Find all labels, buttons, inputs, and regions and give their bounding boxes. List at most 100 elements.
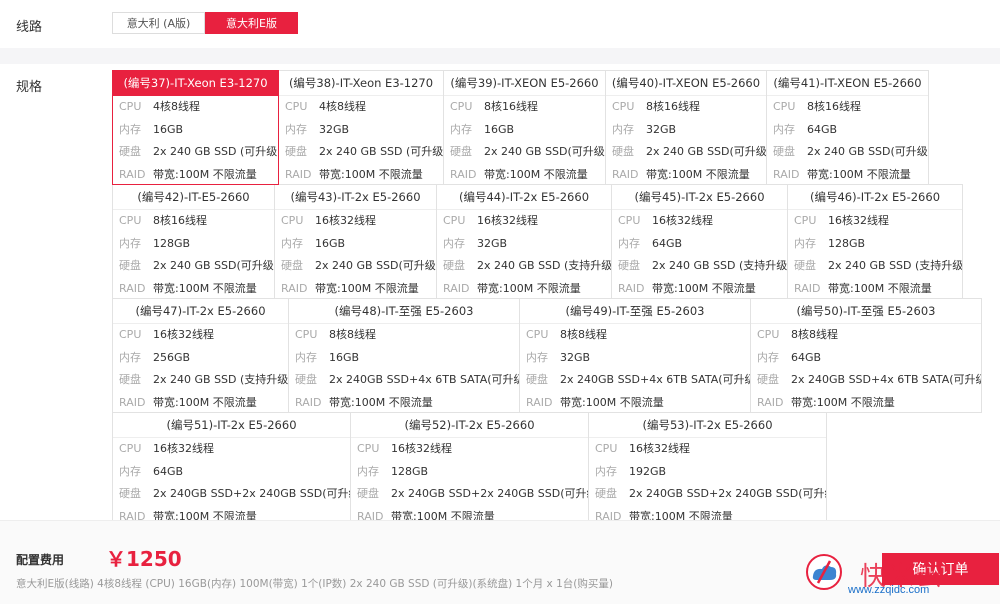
spec-key: 内存: [357, 464, 379, 478]
spec-row-mem: 内存 128GB: [788, 233, 962, 256]
spec-key: CPU: [526, 328, 549, 341]
spec-card[interactable]: (编号40)-IT-XEON E5-2660 CPU 8核16线程 内存 32GB 硬盘 2…: [605, 70, 767, 185]
spec-value: 带宽:100M 不限流量: [560, 396, 664, 410]
spec-key: RAID: [285, 168, 312, 182]
spec-key: 内存: [595, 464, 617, 478]
spec-card[interactable]: (编号41)-IT-XEON E5-2660 CPU 8核16线程 内存 64GB 硬盘 2…: [766, 70, 929, 185]
spec-value: 2x 240 GB SSD(可升级): [646, 145, 766, 159]
spec-value: 带宽:100M 不限流量: [652, 282, 756, 296]
spec-row-disk: 硬盘 2x 240GB SSD+2x 240GB SSD(可升级): [351, 483, 588, 506]
spec-row-cpu: CPU 8核16线程: [444, 96, 605, 119]
spec-card[interactable]: (编号37)-IT-Xeon E3-1270 CPU 4核8线程 内存 16GB 硬盘 2x…: [112, 70, 279, 185]
spec-card[interactable]: (编号39)-IT-XEON E5-2660 CPU 8核16线程 内存 16GB 硬盘 2…: [443, 70, 606, 185]
spec-key: RAID: [757, 396, 784, 410]
spec-value: 带宽:100M 不限流量: [329, 396, 433, 410]
spec-key: 内存: [285, 122, 307, 136]
spec-value: 8核16线程: [646, 100, 700, 113]
spec-value: 带宽:100M 不限流量: [319, 168, 423, 182]
spec-card[interactable]: (编号47)-IT-2x E5-2660 CPU 16核32线程 内存 256GB 硬盘 2…: [112, 298, 289, 413]
spec-row-mem: 内存 16GB: [275, 233, 436, 256]
spec-row-raid: RAID 带宽:100M 不限流量: [444, 164, 605, 184]
spec-key: 硬盘: [618, 259, 640, 273]
spec-row-disk: 硬盘 2x 240GB SSD+4x 6TB SATA(可升级): [520, 369, 750, 392]
spec-key: 内存: [281, 236, 303, 250]
spec-row-disk: 硬盘 2x 240GB SSD+2x 240GB SSD(可升级): [589, 483, 826, 506]
spec-key: 硬盘: [757, 373, 779, 387]
spec-card[interactable]: (编号53)-IT-2x E5-2660 CPU 16核32线程 内存 192GB 硬盘 2…: [588, 412, 827, 527]
spec-card[interactable]: (编号49)-IT-至强 E5-2603 CPU 8核8线程 内存 32GB 硬盘 2x 2…: [519, 298, 751, 413]
spec-key: RAID: [281, 282, 308, 296]
spec-value: 8核16线程: [153, 214, 207, 227]
spec-value: 4核8线程: [319, 100, 366, 113]
spec-row-mem: 内存 32GB: [606, 119, 766, 142]
spec-value: 2x 240GB SSD+2x 240GB SSD(可升级): [391, 487, 588, 501]
spec-row-raid: RAID 带宽:100M 不限流量: [788, 278, 962, 298]
spec-value: 16核32线程: [153, 328, 214, 341]
spec-key: 内存: [612, 122, 634, 136]
spec-row-disk: 硬盘 2x 240 GB SSD(可升级): [275, 255, 436, 278]
spec-value: 2x 240 GB SSD (可升级): [319, 145, 443, 159]
spec-card[interactable]: (编号43)-IT-2x E5-2660 CPU 16核32线程 内存 16GB 硬盘 2x…: [274, 184, 437, 299]
spec-card-title: (编号44)-IT-2x E5-2660: [437, 185, 611, 210]
line-tab-italy-a[interactable]: 意大利 (A版): [112, 12, 205, 34]
spec-card[interactable]: (编号46)-IT-2x E5-2660 CPU 16核32线程 内存 128GB 硬盘 2…: [787, 184, 963, 299]
spec-key: 内存: [526, 350, 548, 364]
spec-row-raid: RAID 带宽:100M 不限流量: [437, 278, 611, 298]
spec-row-mem: 内存 32GB: [520, 347, 750, 370]
spec-key: RAID: [443, 282, 470, 296]
spec-row-disk: 硬盘 2x 240 GB SSD (支持升级): [612, 255, 787, 278]
spec-value: 16GB: [484, 122, 515, 136]
spec-key: 内存: [119, 122, 141, 136]
spec-row-mem: 内存 64GB: [113, 461, 350, 484]
spec-value: 2x 240 GB SSD(可升级): [153, 259, 274, 273]
spec-key: 内存: [773, 122, 795, 136]
line-tab-italy-e[interactable]: 意大利E版: [205, 12, 298, 34]
spec-value: 带宽:100M 不限流量: [791, 396, 895, 410]
spec-card-grid: (编号37)-IT-Xeon E3-1270 CPU 4核8线程 内存 16GB 硬盘 2x…: [112, 70, 992, 527]
spec-value: 带宽:100M 不限流量: [646, 168, 750, 182]
spec-row-disk: 硬盘 2x 240 GB SSD (支持升级): [437, 255, 611, 278]
spec-row-raid: RAID 带宽:100M 不限流量: [289, 392, 519, 412]
spec-row-disk: 硬盘 2x 240 GB SSD (支持升级): [788, 255, 962, 278]
spec-row-cpu: CPU 16核32线程: [788, 210, 962, 233]
spec-value: 64GB: [153, 464, 184, 478]
spec-card[interactable]: (编号52)-IT-2x E5-2660 CPU 16核32线程 内存 128GB 硬盘 2…: [350, 412, 589, 527]
spec-row-raid: RAID 带宽:100M 不限流量: [113, 278, 274, 298]
spec-value: 2x 240GB SSD+4x 6TB SATA(可升级): [791, 373, 981, 387]
spec-key: CPU: [119, 442, 142, 455]
spec-card[interactable]: (编号42)-IT-E5-2660 CPU 8核16线程 内存 128GB 硬盘 2x 24…: [112, 184, 275, 299]
spec-row-mem: 内存 128GB: [113, 233, 274, 256]
spec-card-title: (编号46)-IT-2x E5-2660: [788, 185, 962, 210]
spec-key: CPU: [285, 100, 308, 113]
spec-key: 内存: [119, 350, 141, 364]
spec-card[interactable]: (编号45)-IT-2x E5-2660 CPU 16核32线程 内存 64GB 硬盘 2x…: [611, 184, 788, 299]
spec-value: 2x 240GB SSD+2x 240GB SSD(可升级): [629, 487, 826, 501]
spec-key: RAID: [526, 396, 553, 410]
spec-card-title: (编号37)-IT-Xeon E3-1270: [113, 71, 278, 96]
spec-value: 2x 240GB SSD+4x 6TB SATA(可升级): [329, 373, 519, 387]
spec-key: 硬盘: [526, 373, 548, 387]
spec-card-title: (编号47)-IT-2x E5-2660: [113, 299, 288, 324]
spec-value: 2x 240 GB SSD (支持升级): [828, 259, 962, 273]
spec-value: 192GB: [629, 464, 667, 478]
spec-row-raid: RAID 带宽:100M 不限流量: [520, 392, 750, 412]
spec-key: 硬盘: [450, 145, 472, 159]
spec-value: 2x 240 GB SSD (支持升级): [477, 259, 611, 273]
spec-row-raid: RAID 带宽:100M 不限流量: [113, 392, 288, 412]
spec-card[interactable]: (编号51)-IT-2x E5-2660 CPU 16核32线程 内存 64GB 硬盘 2x…: [112, 412, 351, 527]
spec-row-mem: 内存 32GB: [279, 119, 443, 142]
spec-key: CPU: [119, 100, 142, 113]
spec-card-title: (编号43)-IT-2x E5-2660: [275, 185, 436, 210]
spec-card[interactable]: (编号48)-IT-至强 E5-2603 CPU 8核8线程 内存 16GB 硬盘 2x 2…: [288, 298, 520, 413]
spec-card[interactable]: (编号38)-IT-Xeon E3-1270 CPU 4核8线程 内存 32GB 硬盘 2x…: [278, 70, 444, 185]
spec-row-raid: RAID 带宽:100M 不限流量: [606, 164, 766, 184]
fee-label: 配置费用: [16, 553, 65, 567]
spec-value: 2x 240GB SSD+2x 240GB SSD(可升级): [153, 487, 350, 501]
spec-row-mem: 内存 16GB: [444, 119, 605, 142]
spec-value: 256GB: [153, 350, 191, 364]
spec-card[interactable]: (编号50)-IT-至强 E5-2603 CPU 8核8线程 内存 64GB 硬盘 2x 2…: [750, 298, 982, 413]
spec-key: CPU: [794, 214, 817, 227]
spec-card[interactable]: (编号44)-IT-2x E5-2660 CPU 16核32线程 内存 32GB 硬盘 2x…: [436, 184, 612, 299]
spec-key: 内存: [450, 122, 472, 136]
spec-row-mem: 内存 192GB: [589, 461, 826, 484]
